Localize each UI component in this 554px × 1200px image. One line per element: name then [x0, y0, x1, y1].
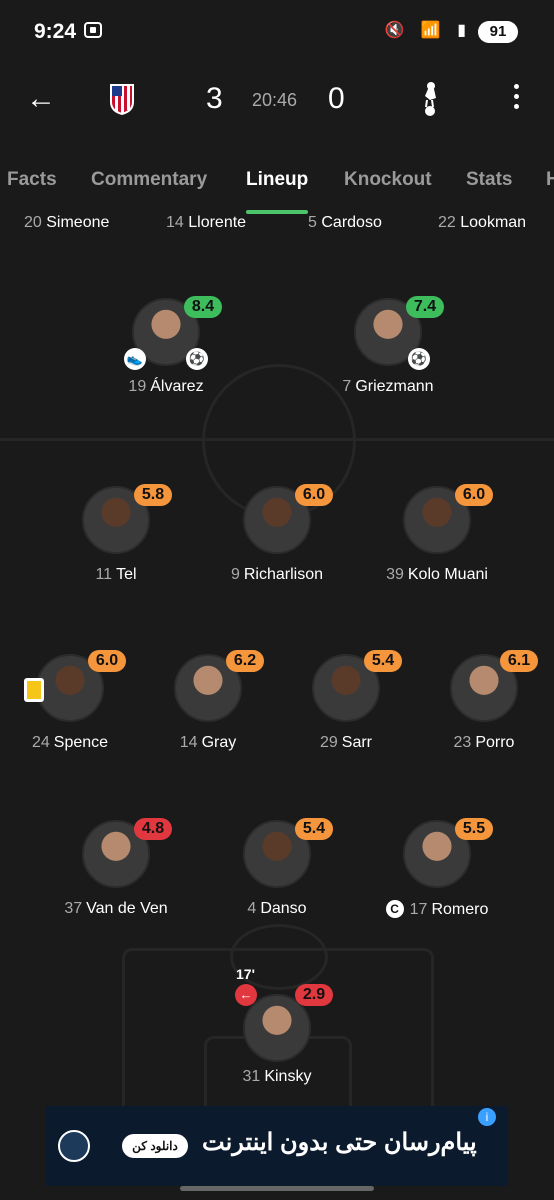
rating-badge: 6.1 [500, 650, 538, 672]
atletico-crest-icon[interactable] [108, 82, 136, 116]
rating-badge: 2.9 [295, 984, 333, 1006]
tab-overflow[interactable]: H [546, 169, 554, 191]
rating-badge: 8.4 [184, 296, 222, 318]
status-icons: 🔇 📶 ▮ [384, 22, 472, 39]
back-arrow-icon[interactable]: ← [26, 82, 56, 116]
tab-lineup[interactable]: Lineup [246, 169, 308, 191]
player-name: 7 Griezmann [342, 378, 434, 395]
ad-logo-icon [58, 1130, 90, 1162]
away-score: 0 [328, 82, 345, 115]
rating-badge: 6.2 [226, 650, 264, 672]
rating-badge: 7.4 [406, 296, 444, 318]
yellow-card-icon [24, 678, 44, 702]
player-name: 23 Porro [453, 734, 515, 751]
home-score: 3 [206, 82, 223, 115]
boot-icon: 👟 [124, 348, 146, 370]
sub-minute: 17' [236, 966, 255, 982]
player-name: 19 Álvarez [128, 378, 204, 395]
player-name: 39 Kolo Muani [386, 566, 488, 583]
ad-banner[interactable]: دانلود کن پیام‌رسان حتی بدون اینترنت i [46, 1106, 508, 1186]
rating-badge: 6.0 [88, 650, 126, 672]
screen-record-icon [84, 22, 102, 38]
tab-facts[interactable]: Facts [7, 169, 57, 191]
rating-badge: 5.8 [134, 484, 172, 506]
sub-player[interactable]: 5 Cardoso [308, 214, 382, 232]
sub-player[interactable]: 20 Simeone [24, 214, 109, 232]
player-name: C 17 Romero [347, 900, 527, 919]
rating-badge: 4.8 [134, 818, 172, 840]
player-name: 37 Van de Ven [64, 900, 168, 917]
tottenham-crest-icon[interactable] [418, 80, 442, 118]
captain-icon: C [385, 900, 404, 918]
tab-bar: Facts Commentary Lineup Knockout Stats H [0, 144, 554, 215]
tab-knockout[interactable]: Knockout [344, 169, 432, 191]
ad-info-icon[interactable]: i [478, 1108, 496, 1126]
goal-ball-icon: ⚽ [408, 348, 430, 370]
rating-badge: 5.4 [364, 650, 402, 672]
ad-headline: پیام‌رسان حتی بدون اینترنت [202, 1129, 477, 1156]
rating-badge: 6.0 [455, 484, 493, 506]
more-options-icon[interactable] [514, 84, 520, 114]
lineup-pitch: 20 Simeone 14 Llorente 5 Cardoso 22 Look… [0, 214, 554, 1106]
player-name: 4 Danso [247, 900, 307, 917]
tab-commentary[interactable]: Commentary [91, 169, 207, 191]
battery-indicator: 91 [478, 21, 518, 43]
rating-badge: 5.4 [295, 818, 333, 840]
status-time: 9:24 [34, 20, 77, 43]
match-header: ← 3 20:46 0 [0, 64, 554, 144]
rating-badge: 6.0 [295, 484, 333, 506]
rating-badge: 5.5 [455, 818, 493, 840]
player-name: 11 Tel [95, 566, 137, 583]
sub-player[interactable]: 14 Llorente [166, 214, 246, 232]
match-clock: 20:46 [252, 90, 298, 110]
battery-level: 91 [489, 23, 507, 40]
gesture-nav-bar[interactable] [180, 1186, 374, 1191]
player-name: 31 Kinsky [242, 1068, 312, 1085]
goal-ball-icon: ⚽ [186, 348, 208, 370]
sub-player[interactable]: 22 Lookman [438, 214, 526, 232]
ad-download-button[interactable]: دانلود کن [122, 1134, 188, 1158]
tab-stats[interactable]: Stats [466, 169, 512, 191]
status-bar: 9:24 🔇 📶 ▮ 91 [0, 0, 554, 64]
player-name: 9 Richarlison [230, 566, 324, 583]
